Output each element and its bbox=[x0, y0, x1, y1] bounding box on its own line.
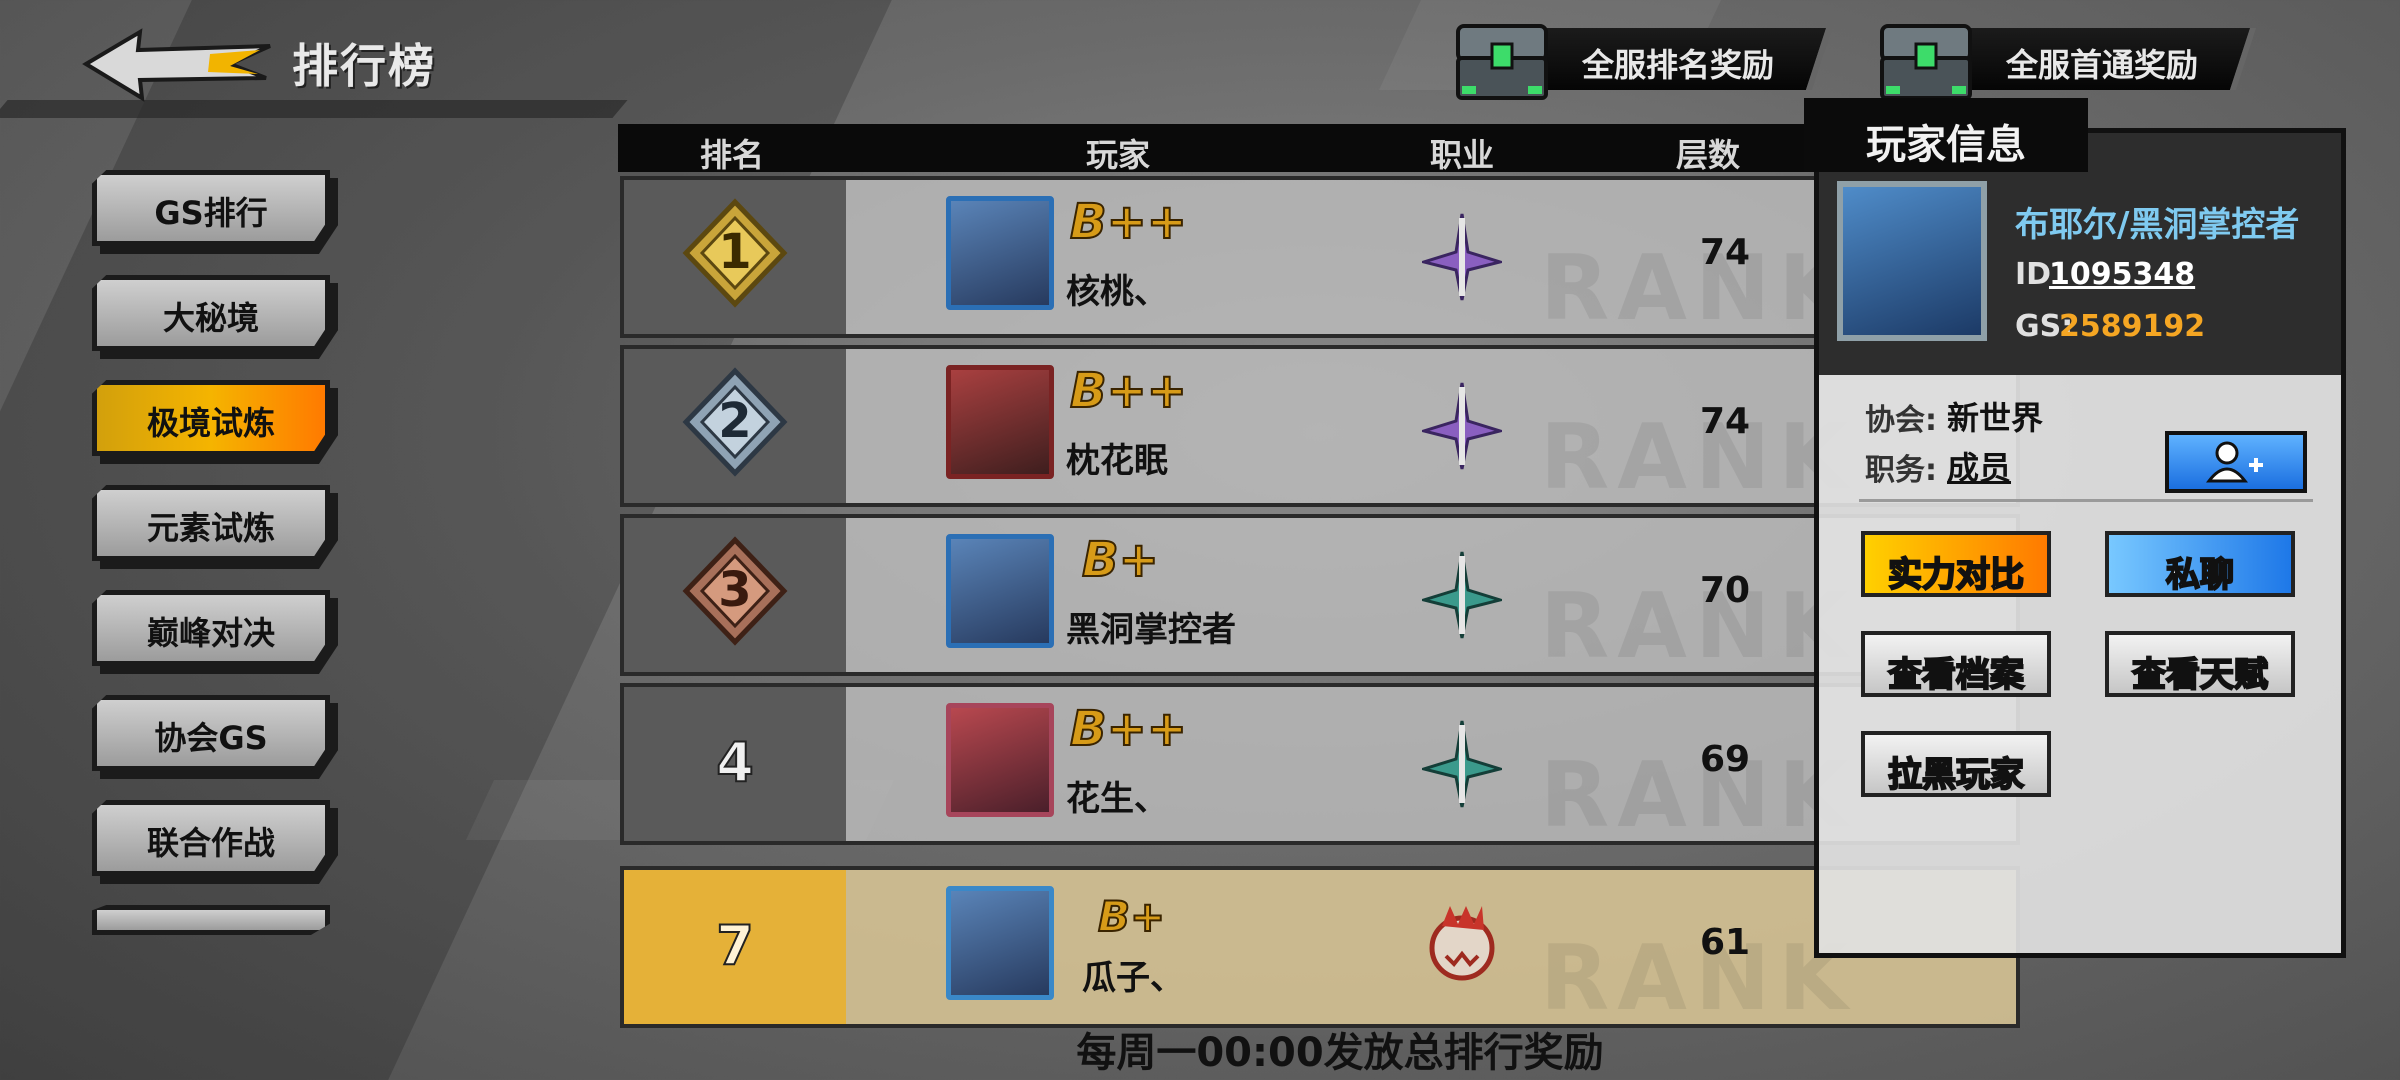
player-id[interactable]: 1095348 bbox=[2049, 257, 2195, 292]
button-label: 实力对比 bbox=[1887, 554, 2025, 596]
add-friend-button[interactable] bbox=[2165, 431, 2307, 493]
column-rank: 排名 bbox=[700, 136, 765, 174]
player-name: 瓜子、 bbox=[1082, 958, 1184, 998]
my-rank-row[interactable]: 7 B+ 瓜子、 RANK 61 bbox=[620, 866, 2020, 1031]
button-label: 私聊 bbox=[2165, 554, 2235, 596]
player-name: 花生、 bbox=[1066, 779, 1168, 819]
player-name: 黑洞掌控者 bbox=[1066, 610, 1236, 650]
purple-sword-icon bbox=[1422, 213, 1502, 301]
table-row[interactable]: 2 B++ 枕花眠 RANK 74 bbox=[620, 345, 2020, 510]
view-profile-button[interactable]: 查看档案 bbox=[1861, 631, 2051, 697]
tab-label: 协会GS bbox=[154, 719, 268, 757]
block-player-button[interactable]: 拉黑玩家 bbox=[1861, 731, 2051, 797]
grade-badge: B++ bbox=[1069, 700, 1188, 758]
table-row[interactable]: 3 B+ 黑洞掌控者 RANK 70 bbox=[620, 514, 2020, 679]
teal-sword-icon bbox=[1422, 720, 1502, 808]
rank-number: 7 bbox=[715, 913, 755, 978]
player-name: 枕花眠 bbox=[1066, 441, 1168, 481]
player-avatar[interactable] bbox=[946, 703, 1054, 817]
player-info-panel: 布耶尔/黑洞掌控者 ID 1095348 GS: 2589192 协会: 新世界… bbox=[1814, 128, 2346, 958]
grade-badge: B+ bbox=[1081, 531, 1160, 589]
tab-label: 联合作战 bbox=[146, 824, 275, 862]
tab-next-partial[interactable] bbox=[92, 905, 330, 935]
rank-number: 4 bbox=[715, 730, 755, 795]
divider bbox=[1859, 499, 2313, 502]
red-beast-icon bbox=[1429, 906, 1495, 981]
rank-number: 3 bbox=[718, 562, 752, 618]
floor-count: 74 bbox=[1699, 232, 1751, 273]
tab-joint-operation[interactable]: 联合作战 bbox=[92, 800, 338, 884]
player-avatar[interactable] bbox=[946, 534, 1054, 648]
id-label: ID bbox=[2015, 257, 2052, 292]
tab-label: 元素试炼 bbox=[146, 509, 275, 547]
private-chat-button[interactable]: 私聊 bbox=[2105, 531, 2295, 597]
tab-face bbox=[92, 905, 330, 935]
floor-count: 61 bbox=[1699, 922, 1751, 963]
reward-label: 全服首通奖励 bbox=[2006, 46, 2199, 84]
role-label: 职务: bbox=[1865, 453, 1937, 488]
grade-badge: B+ bbox=[1097, 891, 1166, 942]
button-label: 拉黑玩家 bbox=[1887, 754, 2025, 796]
floor-count: 74 bbox=[1699, 401, 1751, 442]
table-row[interactable]: 1 B++ 核桃、 RANK 74 bbox=[620, 176, 2020, 341]
tab-peak-duel[interactable]: 巅峰对决 bbox=[92, 590, 338, 674]
tab-gs-ranking[interactable]: GS排行 bbox=[92, 170, 338, 254]
tab-label: 极境试炼 bbox=[146, 404, 275, 442]
tab-label: GS排行 bbox=[154, 194, 268, 232]
player-info-title: 玩家信息 bbox=[1866, 122, 2026, 168]
back-arrow-icon bbox=[82, 28, 271, 102]
player-name: 核桃、 bbox=[1066, 272, 1168, 312]
view-talent-button[interactable]: 查看天赋 bbox=[2105, 631, 2295, 697]
table-row[interactable]: 4 B++ 花生、 RANK 69 bbox=[620, 683, 2020, 848]
purple-sword-icon bbox=[1422, 382, 1502, 470]
page-title: 排行榜 bbox=[292, 39, 436, 93]
column-floor: 层数 bbox=[1676, 136, 1741, 174]
table-header: 排名 玩家 职业 层数 bbox=[618, 124, 1830, 174]
player-gs: 2589192 bbox=[2059, 309, 2206, 344]
treasure-chest-icon bbox=[1456, 24, 1548, 100]
tab-elemental-trial[interactable]: 元素试炼 bbox=[92, 485, 338, 569]
reward-schedule-note: 每周一00:00发放总排行奖励 bbox=[1076, 1030, 1604, 1076]
player-info-name: 布耶尔/黑洞掌控者 bbox=[2015, 205, 2300, 245]
treasure-chest-icon bbox=[1880, 24, 1972, 100]
rank-number: 2 bbox=[718, 393, 752, 449]
button-label: 查看天赋 bbox=[2131, 654, 2269, 696]
player-info-tab: 玩家信息 bbox=[1804, 98, 2088, 172]
tab-guild-gs[interactable]: 协会GS bbox=[92, 695, 338, 779]
grade-badge: B++ bbox=[1069, 362, 1188, 420]
player-avatar[interactable] bbox=[946, 196, 1054, 310]
player-avatar[interactable] bbox=[946, 365, 1054, 479]
tab-label: 大秘境 bbox=[162, 299, 259, 337]
column-class: 职业 bbox=[1430, 136, 1495, 174]
guild-label: 协会: bbox=[1865, 403, 1937, 438]
guild-role[interactable]: 成员 bbox=[1947, 443, 2011, 489]
player-info-avatar bbox=[1837, 181, 1987, 341]
button-label: 查看档案 bbox=[1887, 654, 2025, 696]
guild-name: 新世界 bbox=[1947, 399, 2044, 437]
floor-count: 69 bbox=[1699, 739, 1751, 780]
tab-label: 巅峰对决 bbox=[146, 614, 275, 652]
tab-extreme-trial[interactable]: 极境试炼 bbox=[92, 380, 338, 464]
rank-number: 1 bbox=[718, 224, 752, 280]
teal-sword-icon bbox=[1422, 551, 1502, 639]
back-button[interactable] bbox=[80, 24, 280, 104]
compare-strength-button[interactable]: 实力对比 bbox=[1861, 531, 2051, 597]
tab-great-rift[interactable]: 大秘境 bbox=[92, 275, 338, 359]
player-avatar[interactable] bbox=[946, 886, 1054, 1000]
floor-count: 70 bbox=[1699, 570, 1751, 611]
add-friend-icon bbox=[2205, 441, 2263, 483]
grade-badge: B++ bbox=[1069, 193, 1188, 251]
column-player: 玩家 bbox=[1086, 136, 1151, 174]
reward-label: 全服排名奖励 bbox=[1582, 46, 1775, 84]
